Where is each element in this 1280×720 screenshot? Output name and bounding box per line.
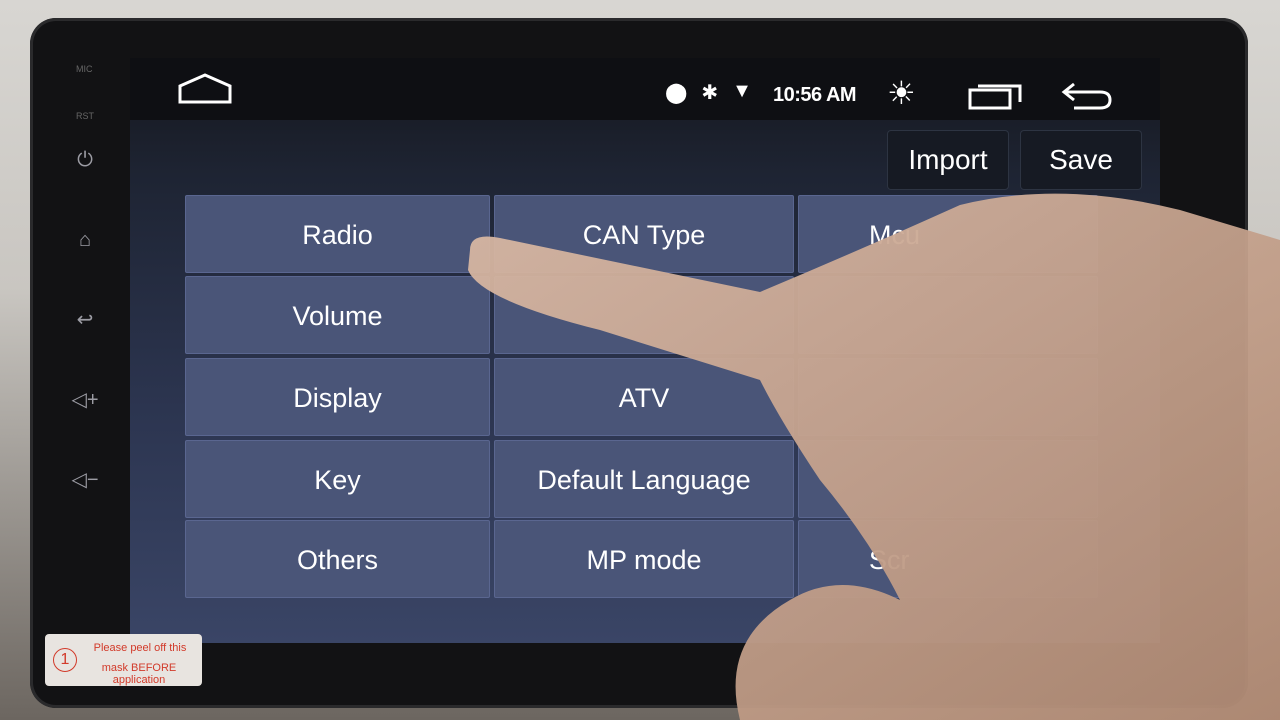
import-button[interactable]: Import bbox=[887, 130, 1009, 190]
mic-label: MIC bbox=[76, 64, 93, 74]
rst-label: RST bbox=[76, 111, 94, 121]
sticker-line1: Please peel off this bbox=[93, 642, 187, 654]
settings-tile-2-3[interactable]: ATV bbox=[494, 358, 794, 436]
settings-tile-3-2[interactable] bbox=[798, 276, 1098, 354]
home-icon[interactable] bbox=[176, 72, 234, 106]
volume-down-icon[interactable]: ◁− bbox=[68, 465, 102, 495]
back-icon[interactable] bbox=[1060, 80, 1114, 112]
bluetooth-icon: ✱ bbox=[701, 82, 719, 104]
settings-tile-3-5[interactable]: Scr bbox=[798, 520, 1098, 598]
settings-tile-2-4[interactable]: Default Language bbox=[494, 440, 794, 518]
status-bar: ⬤ ✱ ▼ 10:56 AM ☀ bbox=[130, 58, 1160, 120]
save-button[interactable]: Save bbox=[1020, 130, 1142, 190]
settings-tile-2-2[interactable] bbox=[494, 276, 794, 354]
settings-tile-3-4[interactable] bbox=[798, 440, 1098, 518]
brightness-icon[interactable]: ☀ bbox=[887, 74, 916, 112]
sticker-line2: mask BEFORE application bbox=[101, 662, 177, 686]
home-icon[interactable]: ⌂ bbox=[68, 225, 102, 255]
settings-tile-2-5[interactable]: MP mode bbox=[494, 520, 794, 598]
recent-apps-icon[interactable] bbox=[968, 80, 1024, 112]
wifi-icon: ▼ bbox=[732, 80, 752, 102]
protective-sticker: 1 Please peel off this mask BEFORE appli… bbox=[45, 634, 202, 686]
location-icon: ⬤ bbox=[665, 82, 688, 104]
clock: 10:56 AM bbox=[773, 84, 857, 106]
back-icon[interactable]: ↩ bbox=[68, 305, 102, 335]
settings-tile-1-3[interactable]: Display bbox=[185, 358, 490, 436]
settings-tile-2-1[interactable]: CAN Type bbox=[494, 195, 794, 273]
power-icon[interactable]: ⏻ bbox=[68, 145, 102, 175]
sticker-number: 1 bbox=[53, 648, 77, 672]
settings-tile-1-5[interactable]: Others bbox=[185, 520, 490, 598]
settings-tile-1-4[interactable]: Key bbox=[185, 440, 490, 518]
screen: ⬤ ✱ ▼ 10:56 AM ☀ Import Save Radio Volume… bbox=[130, 58, 1160, 643]
volume-up-icon[interactable]: ◁+ bbox=[68, 385, 102, 415]
settings-tile-1-2[interactable]: Volume bbox=[185, 276, 490, 354]
settings-tile-3-1[interactable]: Mcu bbox=[798, 195, 1098, 273]
settings-tile-1-1[interactable]: Radio bbox=[185, 195, 490, 273]
settings-tile-3-3[interactable] bbox=[798, 358, 1098, 436]
